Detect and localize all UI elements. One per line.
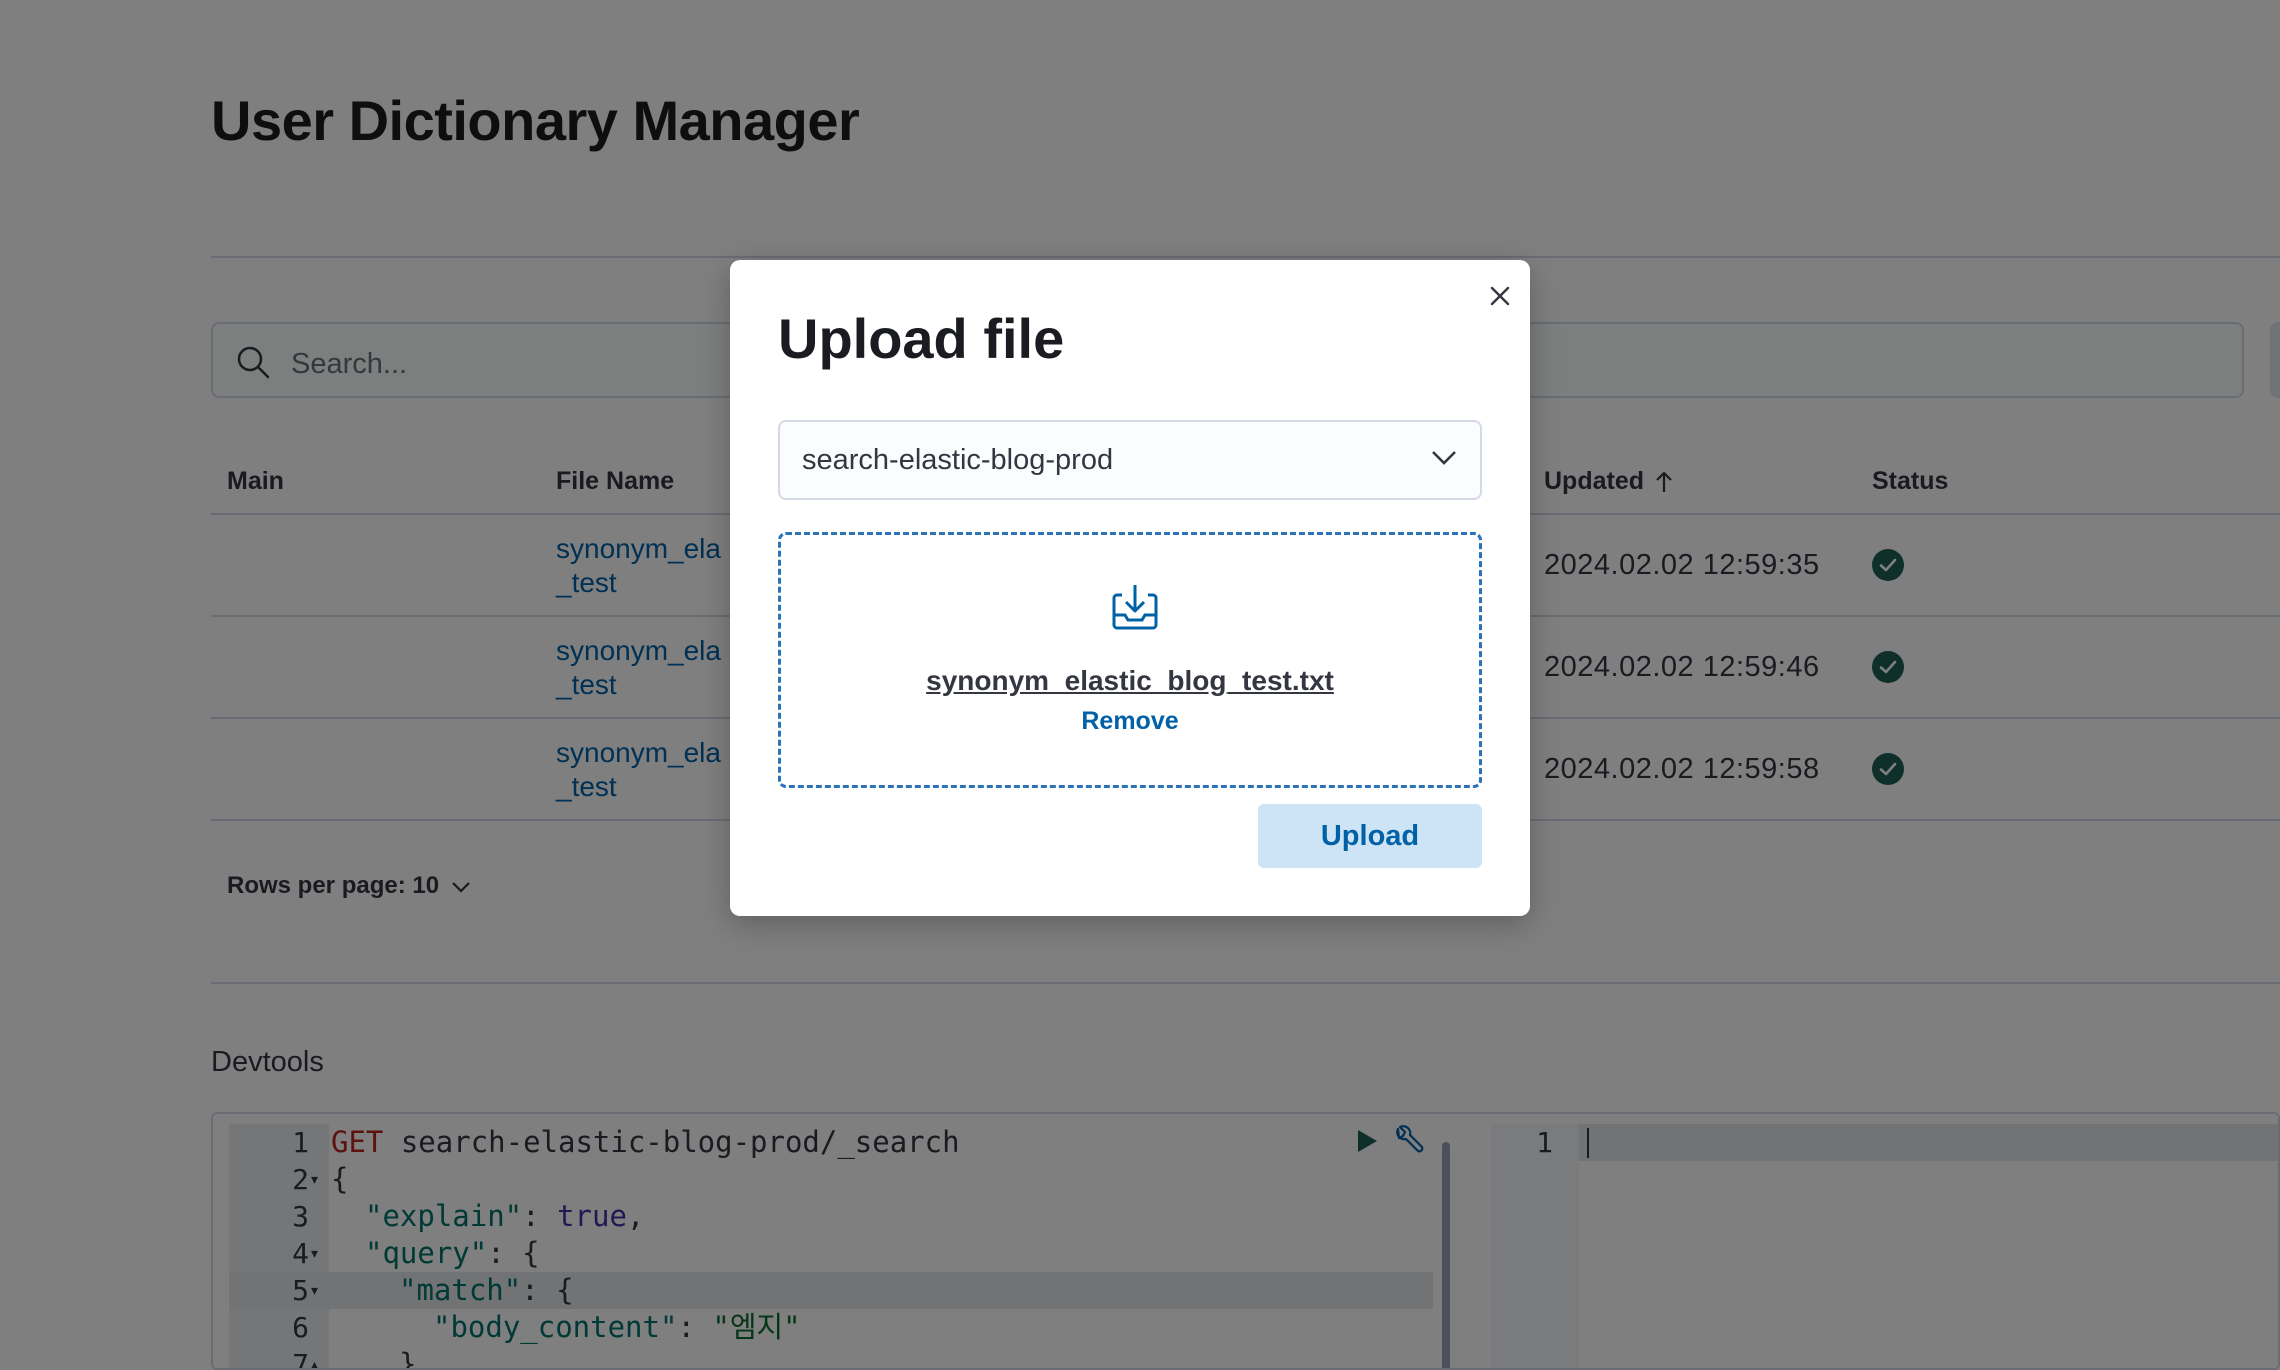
index-select-value: search-elastic-blog-prod — [802, 444, 1114, 476]
chevron-down-icon — [1432, 451, 1456, 465]
selected-file-name: synonym_elastic_blog_test.txt — [926, 665, 1334, 696]
upload-file-modal: Upload file search-elastic-blog-prod syn… — [730, 260, 1530, 916]
modal-title: Upload file — [778, 307, 1065, 370]
file-dropzone[interactable]: synonym_elastic_blog_test.txt Remove — [778, 532, 1482, 788]
index-select[interactable]: search-elastic-blog-prod — [778, 420, 1482, 500]
close-icon[interactable] — [1482, 278, 1518, 314]
remove-file-link[interactable]: Remove — [781, 707, 1479, 736]
upload-button[interactable]: Upload — [1258, 804, 1482, 868]
download-tray-icon — [1112, 585, 1158, 630]
